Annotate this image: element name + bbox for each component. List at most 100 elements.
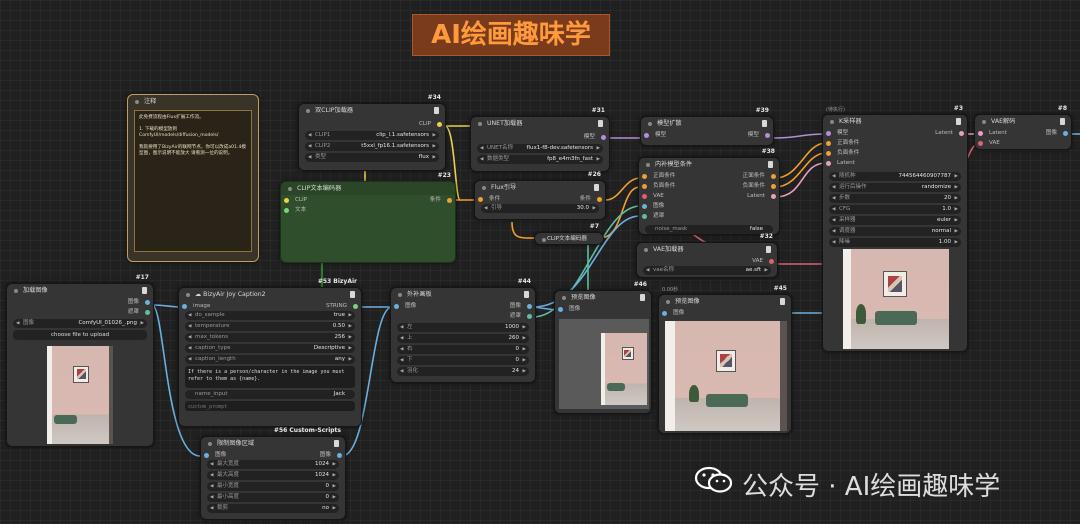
model-sampling-node[interactable]: #39 模型扩散 模型 模型	[640, 107, 774, 146]
document-icon[interactable]	[956, 118, 961, 125]
output-conditioning[interactable]: 条件	[368, 195, 452, 205]
input-image[interactable]: image	[182, 301, 270, 311]
document-icon[interactable]	[350, 291, 355, 298]
output-vae[interactable]: VAE	[643, 256, 774, 266]
bizyair-joy-caption-node[interactable]: #53 BizyAir ☁ BizyAir Joy Caption2 image…	[178, 278, 362, 427]
input-negative[interactable]: 负面条件	[826, 148, 895, 158]
widget-noise-mask[interactable]: noise_mask false	[645, 225, 773, 234]
widget-right[interactable]: 右0	[397, 345, 529, 354]
extra-options-textarea[interactable]: If there is a person/character in the im…	[185, 366, 355, 388]
load-image-node[interactable]: #17 加载图像 图像 遮罩 图像ComfyUI_01026_.png choo…	[6, 274, 154, 447]
input-mask[interactable]: 遮罩	[642, 211, 709, 221]
widget-name-input[interactable]: name_input Jack	[185, 390, 355, 399]
document-icon[interactable]	[594, 184, 599, 191]
flux-guidance-node[interactable]: #26 Flux引导 条件 条件 引导30.0	[474, 171, 606, 220]
document-icon[interactable]	[598, 120, 603, 127]
widget-do-sample[interactable]: do_sampletrue	[185, 311, 355, 320]
input-image[interactable]: 图像	[662, 308, 785, 318]
input-latent[interactable]: Latent	[826, 158, 895, 168]
input-latent[interactable]: Latent	[978, 128, 1023, 138]
output-model[interactable]: 模型	[647, 130, 770, 140]
note-content[interactable]: 此免费流程由Flux扩展工作流。 1. 下载的模型放到 ComfyUI/mode…	[134, 110, 252, 252]
input-positive[interactable]: 正面条件	[642, 171, 709, 181]
output-conditioning[interactable]: 条件	[540, 194, 602, 204]
widget-caption-type[interactable]: caption_typeDescriptive	[185, 344, 355, 353]
widget-caption-length[interactable]: caption_lengthany	[185, 355, 355, 364]
widget-denoise[interactable]: 降噪1.00	[829, 238, 961, 247]
widget-min-height[interactable]: 最小高度0	[207, 493, 339, 502]
widget-image-file[interactable]: 图像ComfyUI_01026_.png	[13, 319, 147, 328]
output-string[interactable]: STRING	[270, 301, 358, 311]
input-image[interactable]: 图像	[394, 301, 467, 311]
widget-left[interactable]: 左1000	[397, 323, 529, 332]
widget-cfg[interactable]: CFG1.0	[829, 205, 961, 214]
output-image[interactable]: 图像	[1023, 128, 1068, 138]
pad-image-node[interactable]: #44 外补画板 图像 图像 遮罩 左1000 上260 右0 下0 羽化24	[390, 278, 536, 383]
document-icon[interactable]	[640, 294, 645, 301]
document-icon[interactable]	[334, 440, 339, 447]
vae-loader-node[interactable]: #32 VAE加载器 VAE vae名称ae.sft	[636, 233, 778, 278]
widget-type[interactable]: 类型flux	[305, 153, 439, 162]
output-image[interactable]: 图像	[13, 297, 150, 307]
clip-text-encode-node[interactable]: #23 CLIP文本编码器 CLIP 文本 条件	[280, 172, 456, 263]
input-clip[interactable]: CLIP	[284, 195, 368, 205]
upload-button[interactable]: choose file to upload	[13, 330, 147, 340]
input-model[interactable]: 模型	[826, 128, 895, 138]
output-positive[interactable]: 正面条件	[709, 171, 776, 181]
widget-feathering[interactable]: 羽化24	[397, 367, 529, 376]
widget-min-width[interactable]: 最小宽度0	[207, 482, 339, 491]
document-icon[interactable]	[524, 291, 529, 298]
input-conditioning[interactable]: 条件	[478, 194, 540, 204]
output-latent[interactable]: Latent	[895, 128, 964, 138]
input-image[interactable]: 图像	[558, 304, 645, 314]
output-image[interactable]: 图像	[273, 450, 342, 460]
output-negative[interactable]: 负面条件	[709, 181, 776, 191]
widget-bottom[interactable]: 下0	[397, 356, 529, 365]
document-icon[interactable]	[434, 107, 439, 114]
widget-temperature[interactable]: temperature0.50	[185, 322, 355, 331]
widget-guidance[interactable]: 引导30.0	[481, 204, 599, 213]
custom-prompt-textarea[interactable]: custom_prompt	[185, 401, 355, 411]
widget-max-height[interactable]: 最大高度1024	[207, 471, 339, 480]
widget-crop[interactable]: 裁剪no	[207, 504, 339, 513]
input-image[interactable]: 图像	[642, 201, 709, 211]
widget-clip1[interactable]: CLIP1clip_l.1.safetensors	[305, 131, 439, 140]
widget-dtype[interactable]: 数据类型fp8_e4m3fn_fast	[477, 155, 603, 164]
output-image[interactable]: 图像	[467, 301, 532, 311]
input-text[interactable]: 文本	[284, 205, 368, 215]
input-negative[interactable]: 负面条件	[642, 181, 709, 191]
inpaint-conditioning-node[interactable]: #38 内补模型条件 正面条件 负面条件 VAE 图像 遮罩 正面条件 负面条件…	[638, 148, 780, 235]
widget-max-tokens[interactable]: max_tokens256	[185, 333, 355, 342]
widget-seed[interactable]: 随机种744564460907787	[829, 172, 961, 181]
output-latent[interactable]: Latent	[709, 191, 776, 201]
dual-clip-loader-node[interactable]: #34 双CLIP加载器 CLIP CLIP1clip_l.1.safetens…	[298, 94, 446, 171]
unet-loader-node[interactable]: #31 UNET加载器 模型 UNET名称flux1-f8-dev.safete…	[470, 107, 610, 172]
widget-scheduler[interactable]: 调度器normal	[829, 227, 961, 236]
output-clip[interactable]: CLIP	[305, 119, 442, 129]
widget-control-after[interactable]: 运行后操作randomize	[829, 183, 961, 192]
output-mask[interactable]: 遮罩	[13, 307, 150, 317]
output-mask[interactable]: 遮罩	[467, 311, 532, 321]
input-image[interactable]: 图像	[204, 450, 273, 460]
input-positive[interactable]: 正面条件	[826, 138, 895, 148]
vae-decode-node[interactable]: #8 VAE解码 Latent VAE 图像	[974, 105, 1072, 150]
document-icon[interactable]	[780, 298, 785, 305]
output-model[interactable]: 模型	[477, 132, 606, 142]
document-icon[interactable]	[768, 161, 773, 168]
limit-image-area-node[interactable]: #56 Custom-Scripts 限制图像区域 图像 图像 最大宽度1024…	[200, 427, 346, 520]
preview-image-node-1[interactable]: #46 预览图像 图像	[554, 281, 652, 414]
input-vae[interactable]: VAE	[978, 138, 1023, 148]
document-icon[interactable]	[1060, 118, 1065, 125]
preview-image-node-2[interactable]: #45 预览图像 图像	[658, 285, 792, 434]
widget-unet-name[interactable]: UNET名称flux1-f8-dev.safetensors	[477, 144, 603, 153]
clip-text-encode-collapsed-node[interactable]: #7 CLIP文本编码器	[534, 223, 604, 245]
widget-clip2[interactable]: CLIP2t5xxl_fp16.1.safetensors	[305, 142, 439, 151]
document-icon[interactable]	[766, 246, 771, 253]
document-icon[interactable]	[142, 287, 147, 294]
widget-top[interactable]: 上260	[397, 334, 529, 343]
widget-max-width[interactable]: 最大宽度1024	[207, 460, 339, 469]
note-node[interactable]: 注释 此免费流程由Flux扩展工作流。 1. 下载的模型放到 ComfyUI/m…	[127, 94, 259, 262]
ksampler-node[interactable]: #3 K采样器 模型 正面条件 负面条件 Latent Latent 随机种74…	[822, 105, 968, 352]
input-vae[interactable]: VAE	[642, 191, 709, 201]
widget-vae-name[interactable]: vae名称ae.sft	[643, 266, 771, 275]
